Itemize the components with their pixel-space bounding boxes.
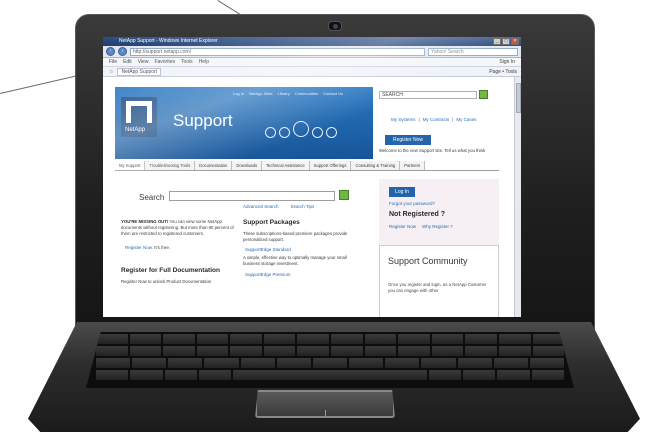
tab-technical-assistance[interactable]: Technical Assistance [262,161,310,170]
back-icon[interactable]: ‹ [106,47,115,56]
command-bar[interactable]: Page • Tools [489,69,521,75]
tab-documentation[interactable]: Documentation [195,161,233,170]
link-my-cases[interactable]: My Cases [456,117,476,122]
logo-text: NetApp [125,127,146,133]
trackpad[interactable] [255,390,395,418]
login-register-link[interactable]: Register Now [389,224,416,229]
favorites-star-icon[interactable]: ☆ [109,69,113,75]
main-search-go-icon[interactable] [339,190,349,200]
top-link-library[interactable]: Library [277,91,289,96]
why-register-link[interactable]: Why Register ? [422,224,453,229]
its-free-text: It's free. [154,245,171,250]
browser-tab[interactable]: NetApp Support [117,67,162,76]
supportedge-premium-link[interactable]: SupportEdge Premium [245,272,291,277]
main-search-input[interactable] [169,191,335,201]
register-now-row: Register Now. It's free. [125,245,170,250]
register-full-subtitle: Register Now to unlock Product Documenta… [121,279,212,284]
registration-links: Register Now Why Register ? [389,224,453,229]
gears-illustration [265,121,337,138]
top-link-sites[interactable]: NetApp Sites [249,91,272,96]
forgot-password-link[interactable]: Forgot your password? [389,201,435,206]
support-packages-desc: These subscriptions-based premiere packa… [243,231,348,242]
page-scrollbar[interactable] [514,77,521,317]
menu-favorites[interactable]: Favorites [154,58,175,66]
supportedge-standard-link[interactable]: SupportEdge Standard [245,247,291,252]
advanced-search-link[interactable]: Advanced Search [243,204,279,209]
menu-view[interactable]: View [138,58,149,66]
minimize-button[interactable]: _ [493,38,501,45]
site-search-input[interactable]: SEARCH [379,91,477,99]
tab-my-support[interactable]: My Support [115,161,146,170]
webcam-icon [328,21,342,31]
search-label: Search [139,193,165,202]
netapp-logo-mark-icon [126,101,152,123]
link-my-contracts[interactable]: My Contracts [423,117,450,122]
search-tips-link[interactable]: Search Tips [291,204,315,209]
site-title: Support [173,111,233,130]
close-button[interactable]: × [511,38,519,45]
address-bar: ‹ › http://support.netapp.com/ Yahoo! Se… [103,46,521,58]
supportedge-standard-desc: A simple, effective way to optimally man… [243,255,347,266]
menu-edit[interactable]: Edit [123,58,132,66]
favorites-bar: ☆ NetApp Support Page • Tools [103,67,521,77]
login-button[interactable]: Log In [389,187,415,197]
search-links: Advanced Search Search Tips [243,204,314,209]
keyboard [86,332,574,388]
top-links: Log In NetApp Sites Library Communities … [233,91,343,96]
window-title: NetApp Support - Windows Internet Explor… [119,38,218,44]
main-content: Search Advanced Search Search Tips YOU'R… [121,179,371,317]
url-input[interactable]: http://support.netapp.com/ [130,47,425,56]
top-link-communities[interactable]: Communities [295,91,318,96]
tab-partners[interactable]: Partners [400,161,426,170]
community-text: Once you register and login, as a NetApp… [388,282,487,293]
tab-consulting[interactable]: Consulting & Training [351,161,401,170]
browser-screen: NetApp Support - Windows Internet Explor… [103,37,521,317]
web-page: NetApp Support Log In NetApp Sites Libra… [115,87,505,317]
welcome-text: Welcome to the new Support site. Tell us… [379,148,486,153]
support-community-box: Support Community Once you register and … [379,245,499,317]
site-nav-tabs: My Support Troubleshooting Tools Documen… [115,161,499,171]
scrollbar-thumb[interactable] [516,83,521,113]
menu-help[interactable]: Help [199,58,209,66]
community-title: Support Community [388,256,468,266]
menu-tools[interactable]: Tools [181,58,193,66]
account-links: My Systems | My Contracts | My Cases [391,117,477,122]
top-link-login[interactable]: Log In [233,91,244,96]
support-packages-title: Support Packages [243,219,300,226]
site-search-go-icon[interactable] [479,90,488,99]
not-registered-heading: Not Registered ? [389,211,446,218]
top-link-contact[interactable]: Contact Us [323,91,343,96]
site-banner: NetApp Support Log In NetApp Sites Libra… [115,87,373,159]
browser-search-input[interactable]: Yahoo! Search [428,47,518,56]
account-panel: SEARCH My Systems | My Contracts | My Case… [377,87,499,159]
tab-troubleshooting[interactable]: Troubleshooting Tools [145,161,196,170]
missing-out-text: YOU'RE MISSING OUT! You can view some Ne… [121,219,234,236]
window-titlebar: NetApp Support - Windows Internet Explor… [103,37,521,46]
forward-icon[interactable]: › [118,47,127,56]
sign-in-link[interactable]: Sign In [499,58,521,66]
maximize-button[interactable]: □ [502,38,510,45]
register-now-link[interactable]: Register Now. [125,245,153,250]
menu-file[interactable]: File [109,58,117,66]
tab-support-offerings[interactable]: Support Offerings [309,161,352,170]
tab-downloads[interactable]: Downloads [232,161,263,170]
register-full-title: Register for Full Documentation [121,267,220,274]
register-now-button[interactable]: Register Now [385,135,431,145]
link-my-systems[interactable]: My Systems [391,117,416,122]
menu-bar: File Edit View Favorites Tools Help Sign… [103,58,521,67]
